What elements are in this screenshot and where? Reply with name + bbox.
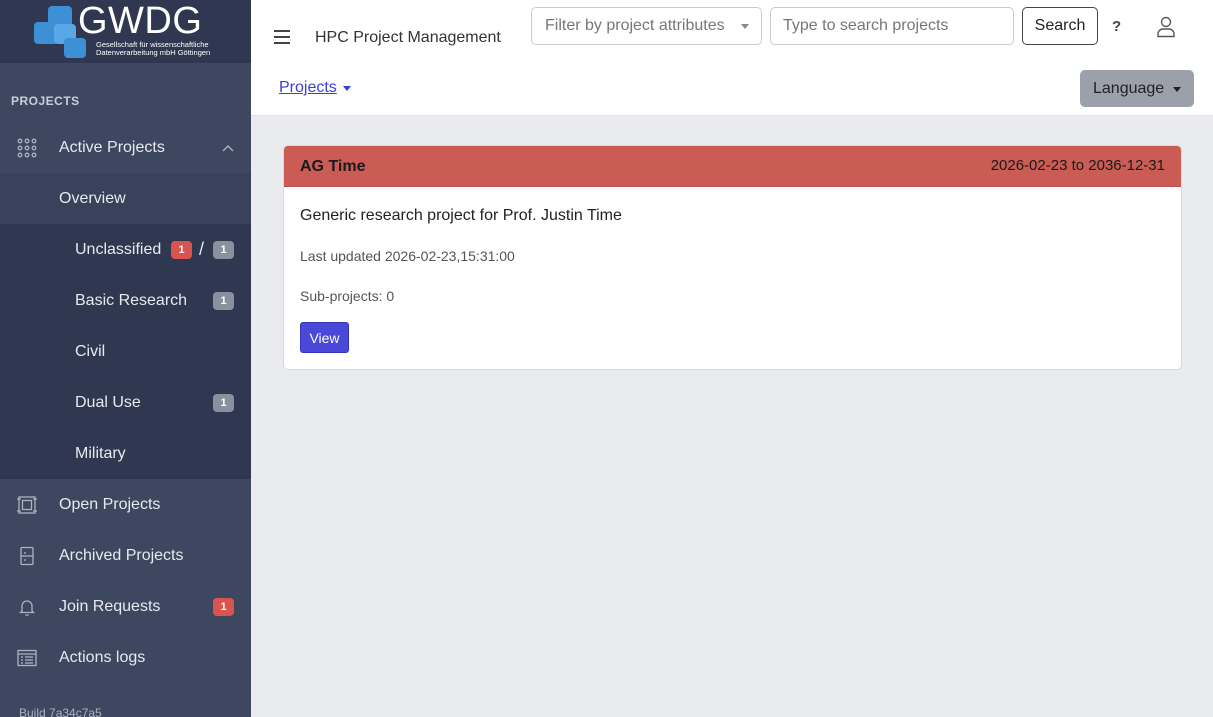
count-badge-grey: 1 [213,291,234,310]
sidebar-item-active-projects[interactable]: Active Projects [0,122,251,173]
sidebar-item-label: Unclassified [75,240,162,258]
view-project-button[interactable]: View [300,322,349,353]
sidebar-item-label: Archived Projects [59,546,184,564]
projects-link-label: Projects [279,79,337,96]
project-description: Generic research project for Prof. Justi… [300,207,622,224]
sidebar-item-label: Overview [59,189,126,207]
section-title-projects: PROJECTS [11,94,80,108]
logo[interactable]: GWDG Gesellschaft für wissenschaftliche … [0,0,251,63]
sidebar-item-basic-research[interactable]: Basic Research 1 [0,275,251,326]
help-link[interactable]: ? [1112,18,1121,35]
sidebar-item-label: Military [75,444,126,462]
sidebar: GWDG Gesellschaft für wissenschaftliche … [0,0,251,717]
count-badge-grey: 1 [213,240,234,259]
caret-down-icon [342,85,351,91]
sidebar-item-unclassified[interactable]: Unclassified 1 / 1 [0,224,251,275]
cabinet-icon [17,546,37,566]
sidebar-item-open-projects[interactable]: Open Projects [0,479,251,530]
count-badge-red: 1 [213,597,234,616]
project-dates: 2026-02-23 to 2036-12-31 [990,157,1165,174]
sidebar-item-label: Basic Research [75,291,188,309]
filter-placeholder: Filter by project attributes [545,17,725,34]
caret-down-icon [1173,87,1181,92]
sidebar-item-civil[interactable]: Civil [0,326,251,377]
menu-toggle-icon[interactable] [274,30,290,44]
project-title: AG Time [300,158,366,175]
search-input[interactable] [770,7,1014,45]
top-bar: HPC Project Management Filter by project… [251,0,1213,116]
search-button[interactable]: Search [1022,7,1098,45]
list-icon [17,648,37,668]
count-badge-grey: 1 [213,393,234,412]
active-projects-submenu: Overview Unclassified 1 / 1 Basic Resear… [0,173,251,479]
sidebar-item-join-requests[interactable]: Join Requests 1 [0,581,251,632]
sidebar-item-label: Open Projects [59,495,161,513]
project-card-header: AG Time 2026-02-23 to 2036-12-31 [284,146,1181,187]
chevron-up-icon[interactable] [222,141,234,155]
project-last-updated: Last updated 2026-02-23,15:31:00 [300,248,515,264]
bell-icon [17,597,37,617]
caret-down-icon [741,24,749,29]
sidebar-item-label: Join Requests [59,597,161,615]
logo-text: GWDG [78,0,203,42]
sidebar-item-label: Civil [75,342,106,360]
logo-subtitle: Gesellschaft für wissenschaftliche Daten… [96,40,211,57]
language-label: Language [1093,79,1165,97]
user-icon[interactable] [1156,16,1176,43]
sidebar-item-label: Actions logs [59,648,146,666]
frame-icon [17,495,37,515]
grid-dots-icon [17,138,37,158]
build-version: Build 7a34c7a5 [19,706,102,717]
project-sub-projects: Sub-projects: 0 [300,288,395,304]
project-card: AG Time 2026-02-23 to 2036-12-31 Generic… [283,145,1182,370]
sidebar-item-archived-projects[interactable]: Archived Projects [0,530,251,581]
sidebar-item-actions-logs[interactable]: Actions logs [0,632,251,683]
sidebar-item-overview[interactable]: Overview [0,173,251,224]
project-attribute-filter[interactable]: Filter by project attributes [531,7,762,45]
badge-separator: / [199,239,205,259]
sidebar-item-label: Active Projects [59,138,165,156]
sidebar-item-dual-use[interactable]: Dual Use 1 [0,377,251,428]
sidebar-item-label: Dual Use [75,393,141,411]
sidebar-item-military[interactable]: Military [0,428,251,479]
projects-dropdown-link[interactable]: Projects [279,79,351,97]
count-badge-red: 1 [171,240,192,259]
app-title: HPC Project Management [315,29,501,46]
language-dropdown-button[interactable]: Language [1080,70,1194,107]
